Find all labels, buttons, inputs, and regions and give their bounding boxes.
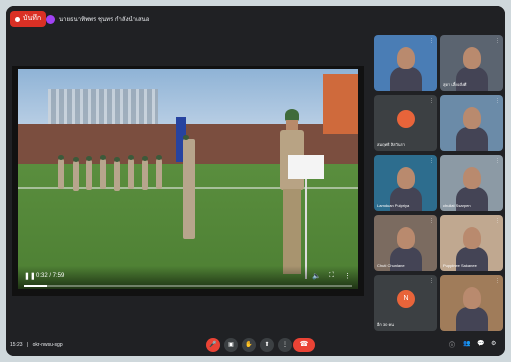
more-options-icon[interactable]: ⋮ (278, 338, 292, 352)
cadet-figure (73, 157, 79, 191)
meeting-info: 15:23 | okr-nwsu-sgp (10, 342, 63, 348)
info-icon[interactable]: ⓘ (449, 340, 455, 349)
chat-icon[interactable]: 💬 (477, 340, 484, 347)
presenter-label: นายธนาทิพพร ชุนทร กำลังนำเสนอ (59, 17, 150, 23)
participant-name: สุดา เลี้ยงสั่งศี (443, 82, 467, 87)
shared-video[interactable] (18, 69, 358, 289)
participant-grid: ⋮ ⋮ สุดา เลี้ยงสั่งศี ⋮ สมฤทธิ ลิสวันรา ⋮ ⋮ Lam… (374, 35, 503, 335)
cadet-figure (156, 155, 162, 189)
tile-options-icon[interactable]: ⋮ (429, 278, 434, 284)
player-time: 0:32 / 7:59 (36, 273, 65, 279)
participant-tile[interactable]: ⋮ (440, 275, 503, 331)
pause-icon[interactable]: ❚❚ (24, 272, 36, 280)
cadet-figure (128, 155, 134, 189)
participant-tile[interactable]: ⋮ Chuti Chunlane (374, 215, 437, 271)
participant-tile[interactable]: ⋮ สุดา เลี้ยงสั่งศี (440, 35, 503, 91)
camera-icon[interactable]: ▣ (224, 338, 238, 352)
participant-tile[interactable]: ⋮ (440, 95, 503, 151)
cadet-figure (142, 156, 148, 190)
participant-head (463, 287, 481, 309)
participant-head (463, 227, 481, 249)
meeting-code: okr-nwsu-sgp (32, 342, 63, 348)
participant-head (463, 107, 481, 129)
participant-head (397, 167, 415, 189)
tile-options-icon[interactable]: ⋮ (495, 218, 500, 224)
participant-name: อีก 30 คน (377, 322, 394, 327)
volume-icon[interactable]: 🔈 (312, 272, 321, 280)
participant-avatar: N (397, 290, 415, 308)
participant-body (456, 307, 488, 331)
mic-off-icon[interactable]: 🎤 (206, 338, 220, 352)
participant-tile[interactable]: N ⋮ อีก 30 คน (374, 275, 437, 331)
meeting-window: บันทึก นายธนาทิพพร ชุนทร กำลังนำเสนอ ❚❚ … (6, 6, 505, 356)
flag-bearer-figure (183, 135, 195, 239)
people-icon[interactable]: 👥 (463, 340, 470, 347)
participant-name: chuliat Ssarpen (443, 203, 471, 208)
cadet-figure (100, 155, 106, 189)
video-stand-roof (48, 89, 158, 124)
cadet-figure (86, 156, 92, 190)
participant-tile[interactable]: ⋮ chuliat Ssarpen (440, 155, 503, 211)
recording-label: บันทึก (23, 15, 42, 22)
tile-options-icon[interactable]: ⋮ (429, 218, 434, 224)
presenter-chip[interactable]: นายธนาทิพพร ชุนทร กำลังนำเสนอ (46, 12, 149, 26)
white-sign (288, 155, 324, 179)
end-call-button[interactable]: ☎ (293, 338, 315, 352)
tile-options-icon[interactable]: ⋮ (429, 38, 434, 44)
main-cadet-figure (278, 109, 306, 279)
tile-options-icon[interactable]: ⋮ (495, 98, 500, 104)
presentation-stage: ❚❚ 0:32 / 7:59 🔈 ⛶ ⋮ (12, 66, 364, 296)
participant-head (463, 167, 481, 189)
cadet-face (286, 120, 298, 130)
participant-tile[interactable]: ⋮ (374, 35, 437, 91)
top-bar: บันทึก นายธนาทิพพร ชุนทร กำลังนำเสนอ (6, 6, 505, 32)
participant-name: Lamduan Pulpriya (377, 203, 410, 208)
raise-hand-icon[interactable]: ✋ (242, 338, 256, 352)
tile-options-icon[interactable]: ⋮ (495, 158, 500, 164)
video-building (323, 74, 358, 134)
participant-name: สมฤทธิ ลิสวันรา (377, 142, 405, 147)
presenting-icon (46, 14, 55, 24)
participant-name: Chuti Chunlane (377, 263, 405, 268)
participant-head (397, 227, 415, 249)
recording-badge[interactable]: บันทึก (10, 11, 47, 27)
participant-head (463, 47, 481, 69)
video-progress-fill (24, 285, 47, 287)
cadet-figure (58, 155, 64, 189)
tile-options-icon[interactable]: ⋮ (429, 98, 434, 104)
participant-head (397, 47, 415, 69)
video-progress-bar[interactable] (24, 285, 352, 287)
tile-options-icon[interactable]: ⋮ (495, 38, 500, 44)
tile-options-icon[interactable]: ⋮ (429, 158, 434, 164)
activities-icon[interactable]: ⚙ (491, 340, 496, 347)
participant-body (390, 67, 422, 91)
sign-pole (305, 179, 307, 279)
participant-tile[interactable]: ⋮ สมฤทธิ ลิสวันรา (374, 95, 437, 151)
clock-time: 15:23 (10, 342, 23, 348)
more-options-icon[interactable]: ⋮ (344, 272, 351, 280)
recording-dot-icon (15, 16, 20, 22)
cadet-legs (283, 189, 301, 274)
bottom-bar: 15:23 | okr-nwsu-sgp 🎤 ▣ ✋ ⬆ ⋮ ☎ ⓘ 👥 💬 ⚙ (6, 336, 505, 356)
tile-options-icon[interactable]: ⋮ (495, 278, 500, 284)
fullscreen-icon[interactable]: ⛶ (329, 272, 334, 280)
present-icon[interactable]: ⬆ (260, 338, 274, 352)
cadet-figure (114, 157, 120, 191)
divider: | (26, 342, 29, 348)
participant-tile[interactable]: ⋮ Puppinee Sakanee (440, 215, 503, 271)
participant-name: Puppinee Sakanee (443, 263, 477, 268)
participant-body (456, 127, 488, 151)
participant-tile[interactable]: ⋮ Lamduan Pulpriya (374, 155, 437, 211)
participant-avatar (397, 110, 415, 128)
